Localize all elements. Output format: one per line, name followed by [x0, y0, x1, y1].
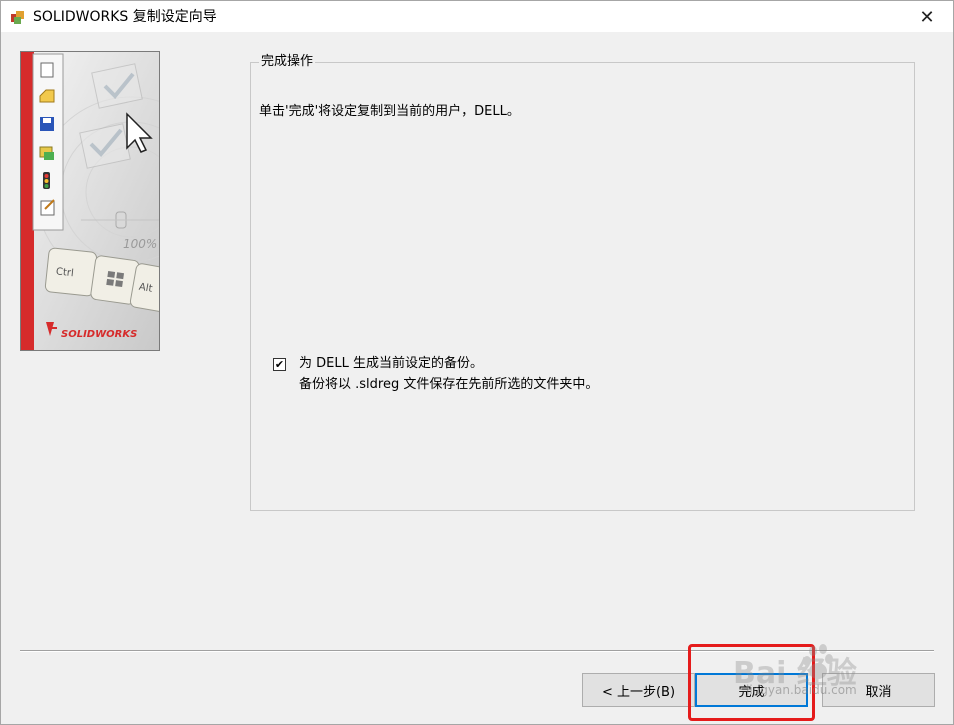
wizard-window: SOLIDWORKS 复制设定向导 ✕ 100% Ctrl Alt SOLIDW… — [0, 0, 954, 725]
back-button[interactable]: < 上一步(B) — [582, 673, 695, 707]
solidworks-app-icon — [11, 11, 24, 24]
back-button-label: < 上一步(B) — [601, 684, 676, 700]
backup-checkbox-label[interactable]: 为 DELL 生成当前设定的备份。 — [299, 355, 483, 373]
alt-key-label: Alt — [138, 282, 153, 295]
close-button[interactable]: ✕ — [907, 3, 947, 31]
cancel-button-label: 取消 — [865, 684, 892, 700]
group-title: 完成操作 — [259, 54, 316, 70]
checkmark-icon: ✔ — [274, 358, 285, 371]
zoom-percent: 100% — [123, 237, 157, 251]
completion-group: 完成操作 单击'完成'将设定复制到当前的用户，DELL。 ✔ 为 DELL 生成… — [250, 54, 915, 511]
button-separator — [20, 650, 934, 652]
instruction-text: 单击'完成'将设定复制到当前的用户，DELL。 — [259, 104, 520, 119]
red-stripe — [21, 52, 34, 350]
window-title: SOLIDWORKS 复制设定向导 — [33, 9, 217, 25]
backup-checkbox[interactable]: ✔ — [273, 358, 286, 371]
cancel-button[interactable]: 取消 — [822, 673, 935, 707]
title-bar: SOLIDWORKS 复制设定向导 ✕ — [1, 1, 953, 32]
ctrl-key-label: Ctrl — [55, 266, 74, 279]
close-icon: ✕ — [919, 6, 935, 28]
finish-button[interactable]: 完成 — [695, 673, 808, 707]
finish-button-label: 完成 — [738, 684, 765, 700]
wizard-illustration: 100% Ctrl Alt SOLIDWORKS — [21, 52, 159, 350]
backup-description: 备份将以 .sldreg 文件保存在先前所选的文件夹中。 — [299, 377, 599, 392]
wizard-sidebar-image: 100% Ctrl Alt SOLIDWORKS — [20, 51, 160, 351]
solidworks-brand-text: SOLIDWORKS — [61, 329, 137, 340]
